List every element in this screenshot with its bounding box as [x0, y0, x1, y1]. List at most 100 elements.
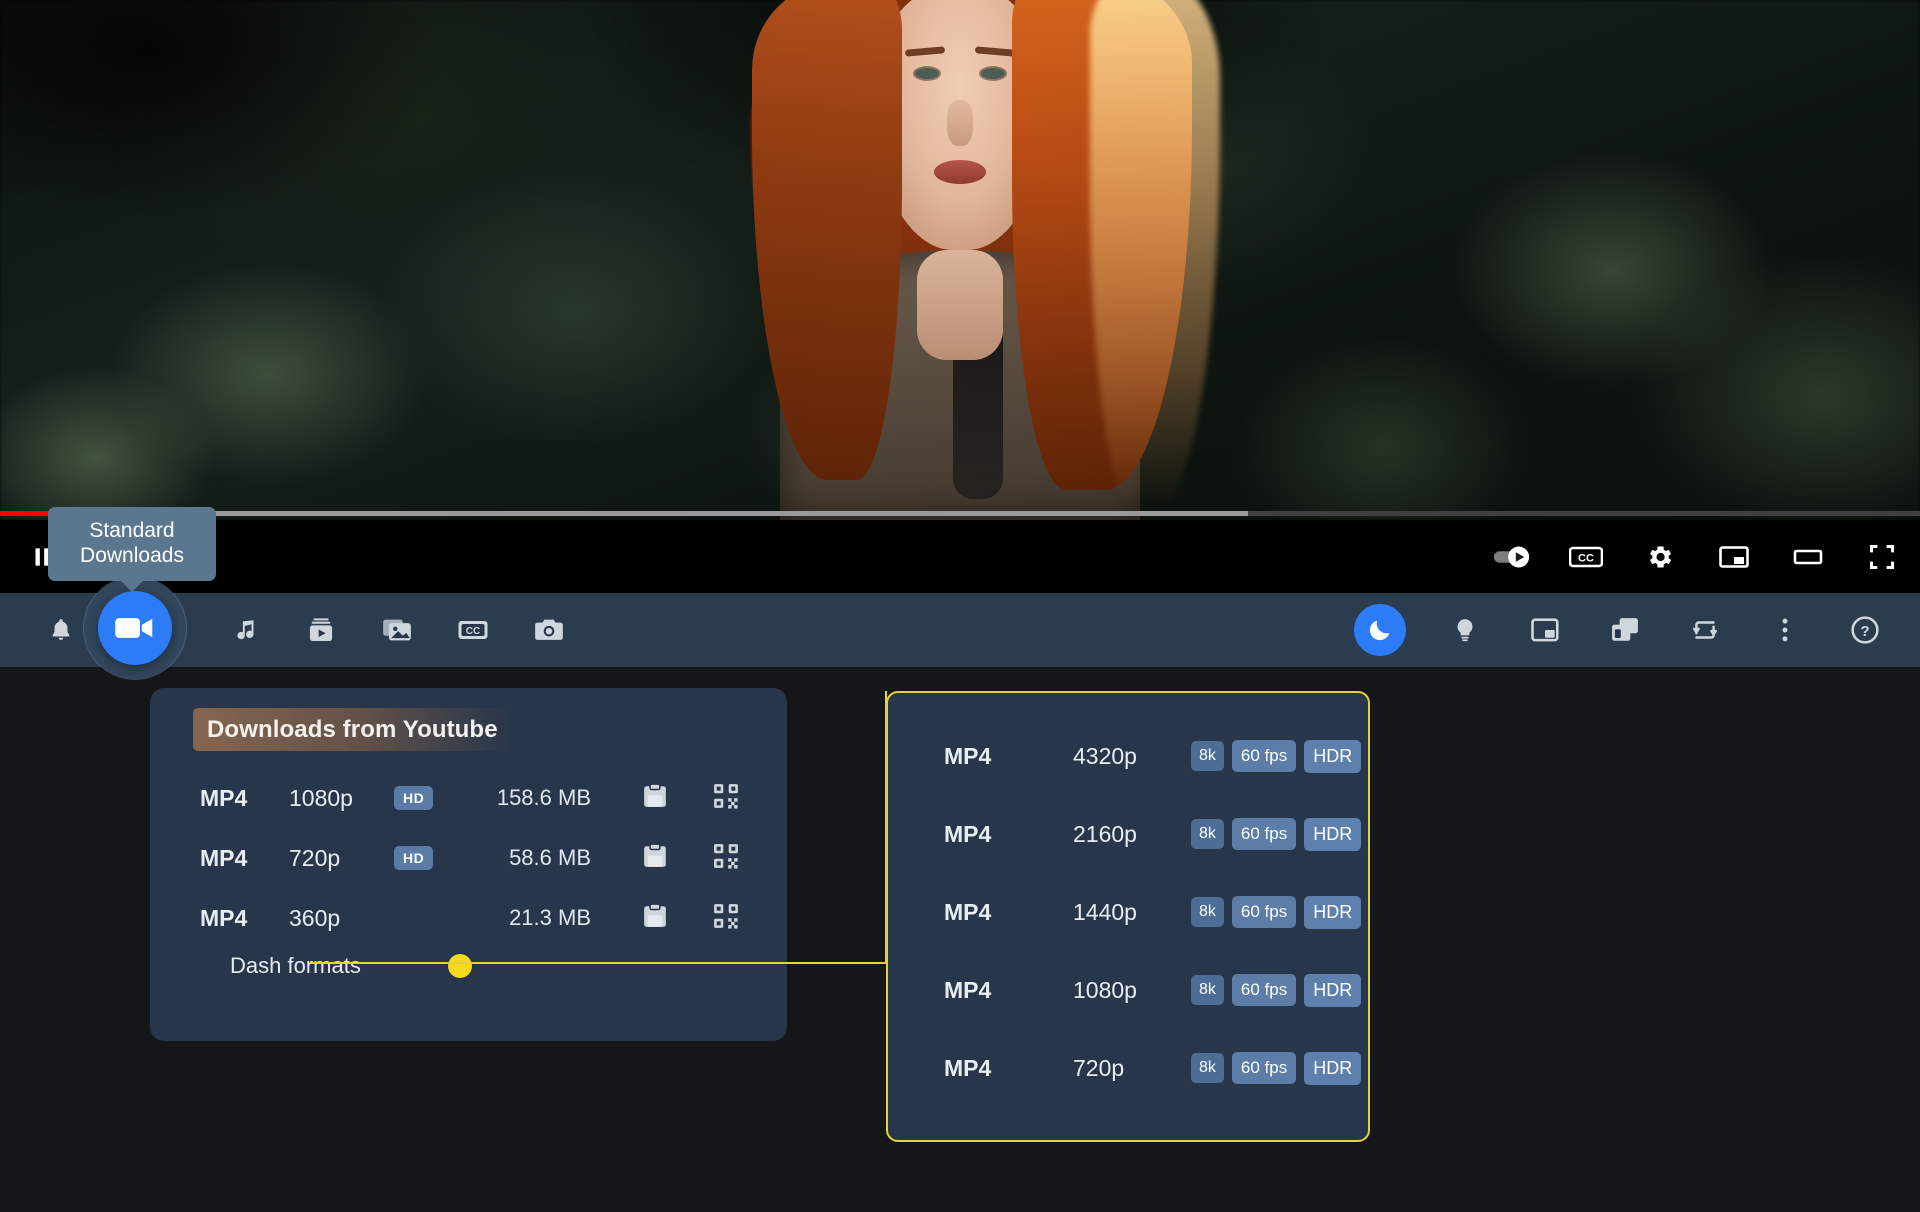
row-resolution: 360p — [289, 905, 340, 932]
player-right-controls: CC — [1492, 520, 1902, 593]
video-player-stage[interactable] — [0, 0, 1920, 520]
qr-code-icon[interactable] — [713, 843, 739, 874]
tag-60fps: 60 fps — [1232, 896, 1296, 928]
row-tags: 8k 60 fps HDR — [1191, 1052, 1361, 1085]
dash-rows: MP4 4320p 8k 60 fps HDR MP4 2160p 8k 60 … — [888, 717, 1368, 1107]
music-note-icon[interactable] — [224, 609, 266, 651]
row-format: MP4 — [200, 785, 247, 812]
youtube-control-bar: 0:06 / 3:32 CC — [0, 520, 1920, 593]
hair-left — [752, 0, 902, 480]
tooltip-standard-downloads: Standard Downloads — [48, 507, 216, 581]
lightbulb-icon[interactable] — [1444, 609, 1486, 651]
row-size: 58.6 MB — [509, 845, 591, 871]
svg-text:CC: CC — [1578, 552, 1594, 564]
camera-icon[interactable] — [528, 609, 570, 651]
eyebrow-right — [975, 46, 1015, 56]
more-vertical-icon[interactable] — [1764, 609, 1806, 651]
miniplayer-icon[interactable] — [1714, 537, 1754, 577]
row-resolution: 720p — [289, 845, 340, 872]
tag-hdr: HDR — [1304, 818, 1361, 851]
row-size: 158.6 MB — [497, 785, 591, 811]
windows-copy-icon[interactable] — [1604, 609, 1646, 651]
row-tags: 8k 60 fps HDR — [1191, 896, 1361, 929]
video-progress-bar[interactable] — [0, 511, 1920, 516]
page-root: 0:06 / 3:32 CC — [0, 0, 1920, 1212]
bell-icon[interactable] — [40, 609, 82, 651]
theater-mode-icon[interactable] — [1788, 537, 1828, 577]
eye-left — [915, 68, 939, 79]
images-icon[interactable] — [376, 609, 418, 651]
tag-hdr: HDR — [1304, 740, 1361, 773]
row-tags: 8k 60 fps HDR — [1191, 740, 1361, 773]
tag-60fps: 60 fps — [1232, 818, 1296, 850]
row-format: MP4 — [200, 845, 247, 872]
tooltip-line-2: Downloads — [60, 543, 204, 568]
row-resolution: 1440p — [1073, 899, 1137, 926]
subject-neck — [917, 250, 1003, 360]
tag-8k: 8k — [1191, 897, 1224, 927]
table-row[interactable]: MP4 360p 21.3 MB — [150, 888, 787, 948]
tag-hdr: HDR — [1304, 974, 1361, 1007]
row-badge-wrap: HD — [394, 846, 433, 870]
table-row[interactable]: MP4 720p HD 58.6 MB — [150, 828, 787, 888]
row-tags: 8k 60 fps HDR — [1191, 818, 1361, 851]
tag-8k: 8k — [1191, 1053, 1224, 1083]
video-subject-woman — [680, 0, 1240, 520]
picture-in-picture-icon[interactable] — [1524, 609, 1566, 651]
playlist-icon[interactable] — [300, 609, 342, 651]
cc-icon[interactable]: CC — [452, 609, 494, 651]
table-row[interactable]: MP4 1080p HD 158.6 MB — [150, 768, 787, 828]
clipboard-save-icon[interactable] — [643, 903, 667, 934]
help-circle-icon[interactable]: ? — [1844, 609, 1886, 651]
row-format: MP4 — [944, 1055, 991, 1082]
video-camera-icon[interactable] — [98, 591, 172, 665]
row-format: MP4 — [944, 821, 991, 848]
eye-right — [981, 68, 1005, 79]
dash-formats-toggle-row: Dash formats — [150, 946, 787, 986]
tag-8k: 8k — [1191, 975, 1224, 1005]
status-badge: HD — [394, 786, 433, 810]
page-title: Downloads from Youtube — [207, 716, 498, 744]
svg-text:CC: CC — [466, 626, 480, 637]
row-badge-wrap: HD — [394, 786, 433, 810]
row-format: MP4 — [944, 977, 991, 1004]
dash-formats-toggle[interactable] — [448, 954, 472, 978]
clipboard-save-icon[interactable] — [643, 783, 667, 814]
table-row[interactable]: MP4 1440p 8k 60 fps HDR — [888, 873, 1368, 951]
tag-60fps: 60 fps — [1232, 740, 1296, 772]
tag-60fps: 60 fps — [1232, 974, 1296, 1006]
extension-toolbar: CC — [0, 593, 1920, 667]
downloads-panel-header: Downloads from Youtube — [193, 708, 512, 751]
status-badge: HD — [394, 846, 433, 870]
svg-text:?: ? — [1860, 623, 1869, 640]
eyebrow-left — [905, 46, 945, 56]
moon-icon[interactable] — [1354, 604, 1406, 656]
row-resolution: 2160p — [1073, 821, 1137, 848]
extension-toolbar-right: ? — [1354, 593, 1886, 667]
autoplay-toggle[interactable] — [1492, 537, 1532, 577]
clipboard-save-icon[interactable] — [643, 843, 667, 874]
tag-8k: 8k — [1191, 741, 1224, 771]
nose — [947, 100, 973, 146]
table-row[interactable]: MP4 4320p 8k 60 fps HDR — [888, 717, 1368, 795]
tag-hdr: HDR — [1304, 896, 1361, 929]
tag-hdr: HDR — [1304, 1052, 1361, 1085]
row-format: MP4 — [200, 905, 247, 932]
settings-gear-icon[interactable] — [1640, 537, 1680, 577]
dash-formats-label: Dash formats — [230, 953, 361, 979]
row-resolution: 720p — [1073, 1055, 1124, 1082]
row-format: MP4 — [944, 743, 991, 770]
qr-code-icon[interactable] — [713, 783, 739, 814]
row-resolution: 4320p — [1073, 743, 1137, 770]
subtitles-cc-icon[interactable]: CC — [1566, 537, 1606, 577]
row-format: MP4 — [944, 899, 991, 926]
tag-60fps: 60 fps — [1232, 1052, 1296, 1084]
fullscreen-icon[interactable] — [1862, 537, 1902, 577]
table-row[interactable]: MP4 720p 8k 60 fps HDR — [888, 1029, 1368, 1107]
tag-8k: 8k — [1191, 819, 1224, 849]
loop-repeat-icon[interactable] — [1684, 609, 1726, 651]
mouth — [934, 160, 986, 184]
table-row[interactable]: MP4 1080p 8k 60 fps HDR — [888, 951, 1368, 1029]
qr-code-icon[interactable] — [713, 903, 739, 934]
table-row[interactable]: MP4 2160p 8k 60 fps HDR — [888, 795, 1368, 873]
